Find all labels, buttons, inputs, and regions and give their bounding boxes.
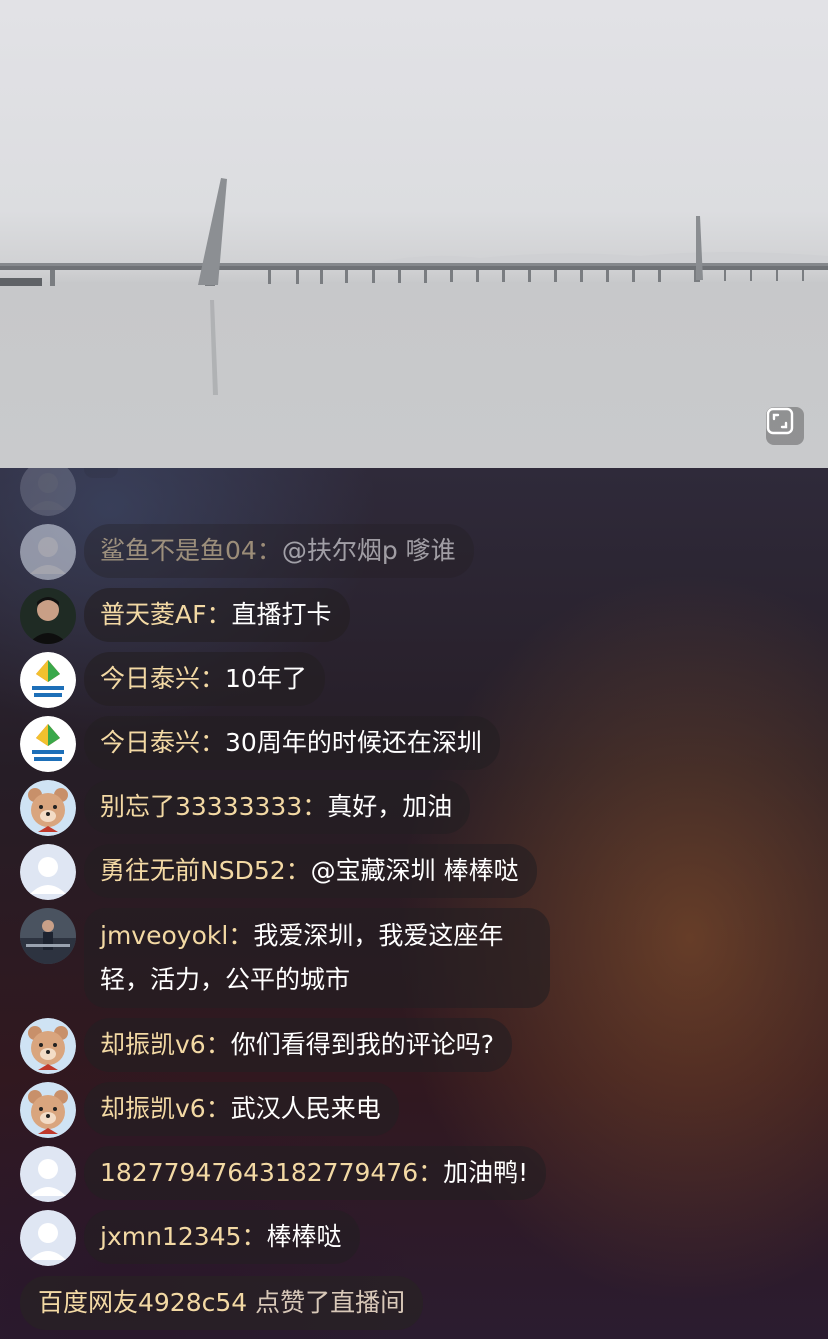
chat-message: 18277947643182779476：加油鸭! [20,1146,547,1202]
default-avatar[interactable] [20,1210,76,1266]
live-chat-panel[interactable]: 鲨鱼不是鱼04：@扶尔烟p 嗲谁 普天菱AF：直播打卡 今日泰兴：10年了 今日… [0,468,828,1339]
chat-text: 棒棒哒 [266,1222,342,1251]
chat-separator: ： [418,1158,444,1187]
fullscreen-icon [766,407,794,435]
default-avatar[interactable] [20,524,76,580]
chat-bubble: 勇往无前NSD52：@宝藏深圳 棒棒哒 [84,844,537,898]
chat-separator: ： [205,1094,231,1123]
chat-username[interactable]: 18277947643182779476 [100,1158,418,1187]
chat-message: 今日泰兴：10年了 [20,652,325,708]
notice-username[interactable]: 百度网友4928c54 [38,1288,247,1317]
chat-username[interactable]: jmveoyokl [100,921,228,950]
bear-avatar[interactable] [20,1082,76,1138]
chat-text: 加油鸭! [443,1158,529,1187]
chat-text: 武汉人民来电 [230,1094,381,1123]
chat-bubble: 却振凯v6：武汉人民来电 [84,1082,399,1136]
like-notice: 百度网友4928c54 点赞了直播间 [20,1276,424,1330]
default-avatar [20,468,76,516]
chat-text: @宝藏深圳 棒棒哒 [310,856,519,885]
chat-bubble: 今日泰兴：10年了 [84,652,325,706]
chat-bubble: 却振凯v6：你们看得到我的评论吗? [84,1018,512,1072]
chat-username[interactable]: 别忘了33333333 [100,792,302,821]
chat-username[interactable]: 鲨鱼不是鱼04 [100,536,257,565]
chat-username[interactable]: 却振凯v6 [100,1094,206,1123]
chat-username[interactable]: 勇往无前NSD52 [100,856,286,885]
chat-username[interactable]: jxmn12345 [100,1222,241,1251]
chat-separator: ： [205,1030,231,1059]
bear-avatar[interactable] [20,1018,76,1074]
chat-bubble [84,468,118,478]
chat-text: 30周年的时候还在深圳 [225,728,482,757]
chat-message: 鲨鱼不是鱼04：@扶尔烟p 嗲谁 [20,524,474,580]
chat-text: 直播打卡 [231,600,332,629]
chat-message: jmveoyokl：我爱深圳，我爱这座年轻，活力，公平的城市 [20,908,550,1008]
chat-bubble: jxmn12345：棒棒哒 [84,1210,360,1264]
default-avatar[interactable] [20,844,76,900]
kite-logo-avatar[interactable] [20,716,76,772]
chat-bubble: 18277947643182779476：加油鸭! [84,1146,547,1200]
chat-message: jxmn12345：棒棒哒 [20,1210,360,1266]
chat-message [20,468,118,516]
chat-username[interactable]: 却振凯v6 [100,1030,206,1059]
chat-text: 10年了 [225,664,307,693]
chat-bubble: 普天菱AF：直播打卡 [84,588,350,642]
chat-message: 勇往无前NSD52：@宝藏深圳 棒棒哒 [20,844,537,900]
default-avatar[interactable] [20,1146,76,1202]
chat-separator: ： [200,664,226,693]
chat-message: 今日泰兴：30周年的时候还在深圳 [20,716,500,772]
chat-message: 却振凯v6：武汉人民来电 [20,1082,399,1138]
chat-bubble: 鲨鱼不是鱼04：@扶尔烟p 嗲谁 [84,524,474,578]
bear-avatar[interactable] [20,780,76,836]
chat-bubble: jmveoyokl：我爱深圳，我爱这座年轻，活力，公平的城市 [84,908,550,1008]
chat-separator: ： [241,1222,267,1251]
live-video-player[interactable] [0,0,828,468]
photo-avatar[interactable] [20,908,76,964]
kite-logo-avatar[interactable] [20,652,76,708]
notice-action: 点赞了直播间 [255,1288,406,1317]
photo-avatar[interactable] [20,588,76,644]
chat-separator: ： [228,921,254,950]
chat-message: 别忘了33333333：真好，加油 [20,780,471,836]
chat-username[interactable]: 普天菱AF [100,600,206,629]
fullscreen-button[interactable] [766,407,804,445]
chat-text: 你们看得到我的评论吗? [230,1030,494,1059]
chat-separator: ： [206,600,232,629]
chat-username[interactable]: 今日泰兴 [100,728,200,757]
chat-separator: ： [285,856,311,885]
chat-message: 普天菱AF：直播打卡 [20,588,350,644]
chat-bubble: 别忘了33333333：真好，加油 [84,780,471,834]
chat-message: 却振凯v6：你们看得到我的评论吗? [20,1018,512,1074]
chat-separator: ： [200,728,226,757]
chat-separator: ： [302,792,328,821]
chat-bubble: 今日泰兴：30周年的时候还在深圳 [84,716,500,770]
chat-text: @扶尔烟p 嗲谁 [281,536,456,565]
video-frame-bridge-scene [0,178,828,468]
chat-username[interactable]: 今日泰兴 [100,664,200,693]
chat-text: 真好，加油 [327,792,453,821]
chat-separator: ： [256,536,282,565]
